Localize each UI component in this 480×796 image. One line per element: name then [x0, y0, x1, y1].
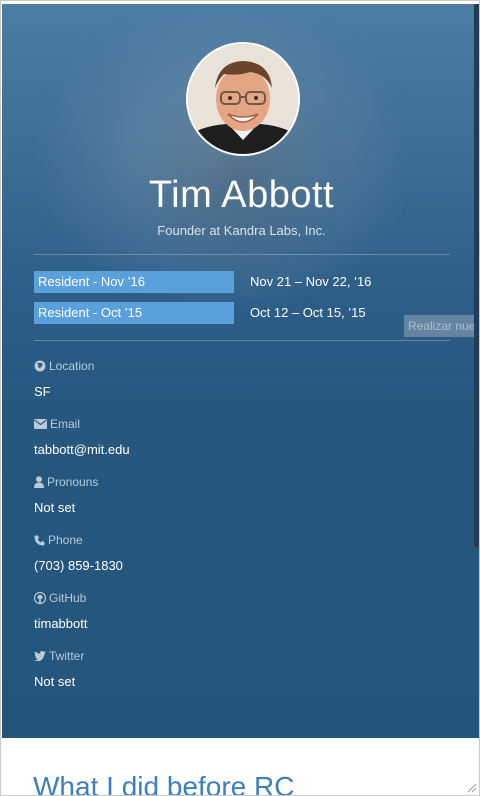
- residency-badge[interactable]: Resident - Nov ’16: [34, 271, 234, 293]
- user-icon: [34, 476, 44, 488]
- envelope-icon: [34, 419, 47, 429]
- scrollbar[interactable]: [474, 4, 479, 547]
- twitter-icon: [34, 651, 46, 661]
- field-phone: Phone (703) 859-1830: [34, 532, 434, 574]
- field-value-github[interactable]: timabbott: [34, 616, 434, 632]
- field-value-phone: (703) 859-1830: [34, 558, 123, 573]
- phone-icon: [34, 535, 45, 545]
- field-label-location: Location: [49, 359, 95, 373]
- field-pronouns: Pronouns Not set: [34, 474, 434, 516]
- profile-name: Tim Abbott: [148, 174, 335, 216]
- profile-page: Tim Abbott Founder at Kandra Labs, Inc. …: [0, 0, 480, 796]
- residency-dates: Nov 21 – Nov 22, ’16: [250, 274, 372, 289]
- profile-header: Tim Abbott Founder at Kandra Labs, Inc. …: [2, 4, 479, 738]
- field-email: Email tabbott@mit.edu: [34, 416, 434, 458]
- residency-row: Resident - Nov ’16 Nov 21 – Nov 22, ’16: [34, 271, 474, 293]
- field-value-pronouns: Not set: [34, 500, 76, 515]
- field-label-phone: Phone: [48, 533, 83, 547]
- resize-handle-icon[interactable]: [465, 781, 477, 793]
- field-value-twitter: Not set: [34, 674, 76, 689]
- field-label-github: GitHub: [49, 591, 87, 605]
- avatar-photo: [188, 44, 298, 154]
- field-github: GitHub timabbott: [34, 590, 434, 632]
- field-value-email[interactable]: tabbott@mit.edu: [34, 442, 434, 458]
- residency-dates: Oct 12 – Oct 15, ’15: [250, 305, 366, 320]
- avatar: [186, 42, 300, 156]
- globe-icon: [34, 360, 46, 372]
- field-label-twitter: Twitter: [49, 649, 85, 663]
- profile-subtitle: Founder at Kandra Labs, Inc.: [157, 223, 326, 238]
- field-twitter: Twitter Not set: [34, 648, 434, 690]
- field-value-location: SF: [34, 384, 51, 399]
- github-icon: [34, 592, 46, 604]
- section-title: What I did before RC: [33, 771, 295, 796]
- residency-badge[interactable]: Resident - Oct ’15: [34, 302, 234, 324]
- divider: [34, 340, 450, 341]
- tooltip: Realizar nue: [404, 315, 479, 337]
- field-label-pronouns: Pronouns: [47, 475, 99, 489]
- divider: [34, 254, 450, 255]
- field-label-email: Email: [50, 417, 81, 431]
- field-location: Location SF: [34, 358, 434, 400]
